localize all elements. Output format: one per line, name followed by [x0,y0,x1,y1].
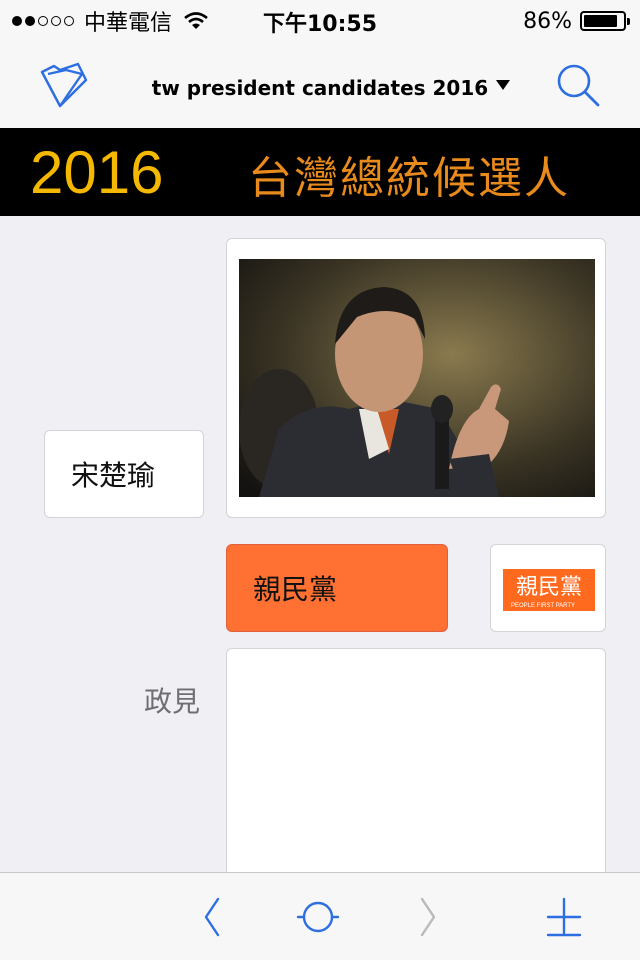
candidate-photo-card[interactable] [226,238,606,518]
status-bar: 中華電信 下午10:55 86% [0,0,640,40]
policy-field[interactable] [226,648,606,888]
party-field[interactable]: 親民黨 [226,544,448,632]
svg-text:PEOPLE FIRST PARTY: PEOPLE FIRST PARTY [511,603,575,609]
battery-percent: 86% [523,8,572,34]
header-banner: 2016 台灣總統候選人 [0,128,640,216]
banner-title: 台灣總統候選人 [248,153,570,204]
plus-icon[interactable] [542,895,586,939]
chevron-right-icon[interactable] [406,895,450,939]
database-title[interactable]: tw president candidates 2016 [150,76,490,100]
policy-label: 政見 [143,685,200,718]
candidate-name-field[interactable]: 宋楚瑜 [44,430,204,518]
bottom-toolbar [0,872,640,960]
circle-icon[interactable] [296,895,340,939]
candidate-photo [239,259,595,497]
folder-icon[interactable] [38,60,92,112]
caret-down-icon[interactable] [494,78,512,92]
battery-level [584,15,617,27]
party-logo: 親民黨 PEOPLE FIRST PARTY [503,569,595,611]
banner-year: 2016 [30,139,164,206]
battery-icon [580,11,630,31]
search-icon[interactable] [554,62,602,108]
svg-text:親民黨: 親民黨 [516,575,582,600]
candidate-name: 宋楚瑜 [71,459,156,492]
navigation-bar: tw president candidates 2016 [0,40,640,128]
party-logo-card[interactable]: 親民黨 PEOPLE FIRST PARTY [490,544,606,632]
status-right: 86% [523,6,630,36]
chevron-left-icon[interactable] [190,895,234,939]
party-name: 親民黨 [253,573,338,606]
